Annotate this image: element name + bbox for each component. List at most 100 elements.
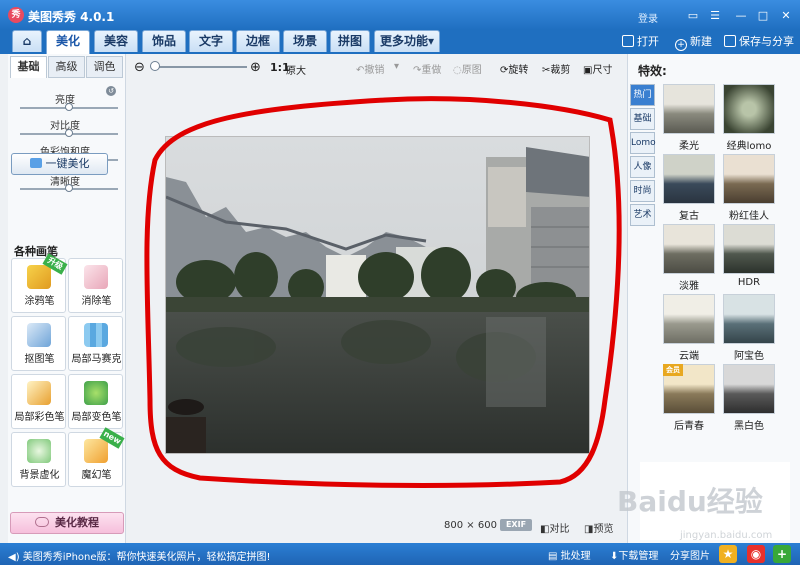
effect-thumb — [723, 224, 775, 274]
effect-classic-lomo[interactable]: 经典lomo — [723, 84, 775, 152]
preview-button[interactable]: ◨预览 — [584, 520, 613, 535]
tab-collage[interactable]: 拼图 — [330, 30, 370, 52]
effect-pink-lady[interactable]: 粉红佳人 — [723, 154, 775, 222]
redo-button[interactable]: ↷重做 — [413, 61, 441, 76]
compare-label: 对比 — [549, 524, 570, 535]
category-basic[interactable]: 基础 — [630, 108, 655, 130]
category-fashion[interactable]: 时尚 — [630, 180, 655, 202]
status-bar: ◀) 美图秀秀iPhone版：帮你快速美化照片，轻松搞定拼图! ▤ 批处理 ⬇下… — [0, 543, 800, 565]
open-button[interactable]: 打开 — [622, 33, 659, 49]
weibo-icon[interactable]: ◉ — [747, 545, 765, 563]
batch-button[interactable]: ▤ 批处理 — [548, 547, 591, 562]
login-link[interactable]: 登录 — [638, 10, 658, 25]
tab-border[interactable]: 边框 — [236, 30, 280, 52]
menu-icon[interactable]: ☰ — [707, 9, 723, 23]
mosaic-icon — [84, 323, 108, 347]
brush-blur-label: 背景虚化 — [19, 470, 60, 481]
preview-label: 预览 — [593, 524, 614, 535]
brush-recolor[interactable]: 局部变色笔 — [68, 374, 123, 429]
photo-canvas[interactable] — [165, 136, 590, 454]
brush-cutout-label: 抠图笔 — [24, 354, 55, 365]
maximize-icon[interactable]: □ — [755, 9, 771, 23]
star-icon[interactable]: ★ — [719, 545, 737, 563]
effect-abao[interactable]: 阿宝色 — [723, 294, 775, 362]
cutout-pen-icon — [27, 323, 51, 347]
brush-local-color[interactable]: 局部彩色笔 — [11, 374, 66, 429]
recolor-icon — [84, 381, 108, 405]
compare-button[interactable]: ◧对比 — [540, 520, 569, 535]
sharpness-knob[interactable] — [65, 184, 73, 192]
effect-black-white[interactable]: 黑白色 — [723, 364, 775, 432]
category-art[interactable]: 艺术 — [630, 204, 655, 226]
home-icon: ⌂ — [22, 34, 32, 48]
brush-mosaic[interactable]: 局部马赛克 — [68, 316, 123, 371]
status-message[interactable]: ◀) 美图秀秀iPhone版：帮你快速美化照片，轻松搞定拼图! — [8, 548, 271, 563]
effect-label: 阿宝色 — [734, 351, 764, 362]
effect-elegant[interactable]: 淡雅 — [663, 224, 715, 292]
brush-cutout[interactable]: 抠图笔 — [11, 316, 66, 371]
tab-more[interactable]: 更多功能▾ — [374, 30, 440, 52]
tab-beautify[interactable]: 美化 — [46, 30, 90, 54]
effect-cloud[interactable]: 云端 — [663, 294, 715, 362]
subtab-advanced[interactable]: 高级 — [48, 56, 85, 78]
watermark-url: jingyan.baidu.com — [680, 530, 773, 541]
brightness-knob[interactable] — [65, 103, 73, 111]
baidu-watermark: Baidu经验 — [617, 485, 763, 518]
title-bar: 秀 美图秀秀 4.0.1 登录 ▭ ☰ — □ ✕ — [0, 0, 800, 30]
restore-button[interactable]: ◌原图 — [453, 61, 482, 76]
tab-beauty[interactable]: 美容 — [94, 30, 138, 52]
effect-thumb — [663, 84, 715, 134]
adjust-subtabs: 基础 高级 调色 — [10, 56, 124, 78]
tab-scene[interactable]: 场景 — [283, 30, 327, 52]
effect-hdr[interactable]: HDR — [723, 224, 775, 290]
message-icon[interactable]: ▭ — [685, 9, 701, 23]
undo-label: 撤销 — [364, 65, 385, 76]
home-tab[interactable]: ⌂ — [12, 30, 42, 52]
exif-badge[interactable]: EXIF — [500, 519, 532, 531]
subtab-color[interactable]: 调色 — [86, 56, 123, 78]
brush-eraser[interactable]: 消除笔 — [68, 258, 123, 313]
zoom-out-icon[interactable]: ⊖ — [134, 60, 145, 75]
tutorial-button[interactable]: 美化教程 — [10, 512, 124, 534]
tab-accessories[interactable]: 饰品 — [142, 30, 186, 52]
resize-button[interactable]: ▣尺寸 — [583, 61, 612, 76]
brush-blur-background[interactable]: 背景虚化 — [11, 432, 66, 487]
effect-thumb — [663, 294, 715, 344]
contrast-knob[interactable] — [65, 129, 73, 137]
category-hot[interactable]: 热门 — [630, 84, 655, 106]
undo-button[interactable]: ↶撤销 — [356, 61, 384, 76]
undo-dropdown-icon[interactable]: ▾ — [394, 61, 399, 72]
close-icon[interactable]: ✕ — [778, 9, 794, 23]
rotate-button[interactable]: ⟳旋转 — [500, 61, 528, 76]
brush-magic[interactable]: new 魔幻笔 — [68, 427, 125, 487]
save-share-button[interactable]: 保存与分享 — [724, 33, 794, 49]
share-image-button[interactable]: 分享图片 — [670, 547, 710, 562]
category-lomo[interactable]: Lomo — [630, 132, 656, 154]
photo-image — [166, 137, 589, 453]
crop-button[interactable]: ✂裁剪 — [542, 61, 570, 76]
eraser-icon — [84, 265, 108, 289]
batch-icon: ▤ — [548, 551, 558, 562]
add-icon[interactable]: + — [773, 545, 791, 563]
magic-icon — [29, 158, 42, 168]
effect-soft-light[interactable]: 柔光 — [663, 84, 715, 152]
brush-eraser-label: 消除笔 — [81, 296, 112, 307]
effect-label: 后青春 — [674, 421, 704, 432]
auto-beautify-label: 一键美化 — [45, 157, 90, 170]
zoom-knob[interactable] — [150, 61, 160, 71]
download-manager-button[interactable]: ⬇下载管理 — [610, 547, 658, 562]
zoom-slider[interactable] — [152, 66, 247, 68]
brush-local-color-label: 局部彩色笔 — [14, 412, 65, 423]
original-size-button[interactable]: 原大 — [286, 62, 306, 77]
zoom-in-icon[interactable]: ⊕ — [250, 60, 261, 75]
subtab-basic[interactable]: 基础 — [10, 56, 47, 78]
tab-text[interactable]: 文字 — [189, 30, 233, 52]
new-button[interactable]: + 新建 — [675, 33, 712, 51]
effect-retro[interactable]: 复古 — [663, 154, 715, 222]
effect-youth[interactable]: 会员 后青春 — [663, 364, 715, 432]
minimize-icon[interactable]: — — [733, 9, 749, 23]
auto-beautify-button[interactable]: 一键美化 — [11, 153, 108, 175]
brush-doodle[interactable]: 升级 涂鸦笔 — [11, 253, 68, 313]
pencil-icon — [27, 265, 51, 289]
category-portrait[interactable]: 人像 — [630, 156, 655, 178]
